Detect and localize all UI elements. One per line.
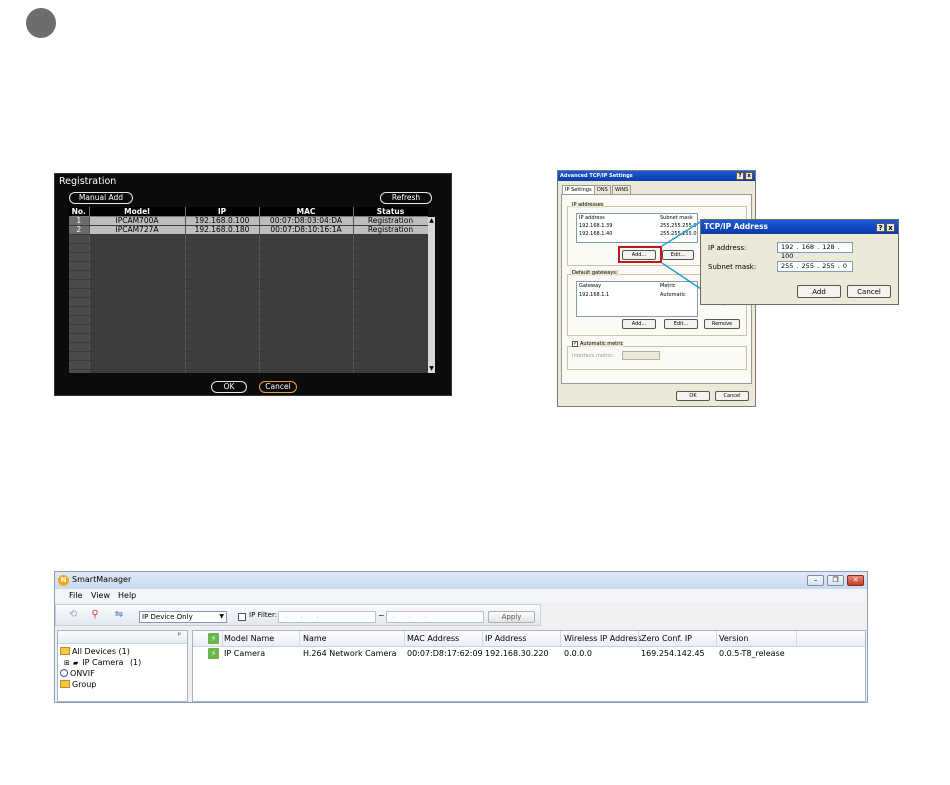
- tree-count: (1): [129, 658, 142, 667]
- col-separator: [716, 631, 717, 646]
- device-status-icon: ⚡: [208, 648, 219, 659]
- col-separator: [638, 631, 639, 646]
- cell-ip: 192.168.30.220: [485, 649, 549, 658]
- minimize-button[interactable]: –: [807, 575, 824, 586]
- ip-filter-checkbox[interactable]: [238, 613, 246, 621]
- tree-item-ip-camera[interactable]: ⊞ ▰ IP Camera (1): [64, 658, 141, 667]
- col-name[interactable]: Name: [303, 634, 327, 643]
- tree-item-all-devices[interactable]: All Devices (1): [60, 647, 130, 656]
- status-bolt-icon: ⚡: [208, 633, 219, 644]
- tree-item-onvif[interactable]: ONVIF: [60, 669, 95, 678]
- onvif-icon: [60, 669, 68, 677]
- menu-view[interactable]: View: [91, 591, 110, 600]
- ip-address-label: IP address:: [708, 244, 747, 252]
- connector-line-top: [661, 218, 706, 247]
- cell-zero-conf-ip: 169.254.142.45: [641, 649, 705, 658]
- subnet-mask-label: Subnet mask:: [708, 263, 757, 271]
- tcpip-title: TCP/IP Address: [704, 222, 769, 231]
- menu-help[interactable]: Help: [118, 591, 136, 600]
- col-separator: [482, 631, 483, 646]
- cell-name: H.264 Network Camera: [303, 649, 397, 658]
- smartmanager-logo-icon: N: [58, 575, 69, 586]
- col-ip-address[interactable]: IP Address: [485, 634, 527, 643]
- col-zero-conf-ip[interactable]: Zero Conf. IP: [641, 634, 692, 643]
- restore-button[interactable]: ❐: [827, 575, 844, 586]
- grid-header: ⚡ Model Name Name MAC Address IP Address…: [193, 631, 865, 647]
- smartmanager-window: N SmartManager – ❐ ✕ File View Help ⟲ ⚲ …: [54, 571, 868, 703]
- col-version[interactable]: Version: [719, 634, 748, 643]
- col-separator: [560, 631, 561, 646]
- smartmanager-titlebar: N SmartManager – ❐ ✕: [55, 572, 867, 589]
- tcpip-titlebar: TCP/IP Address ? x: [701, 220, 898, 234]
- tree-label: IP Camera: [82, 658, 124, 667]
- cell-wireless-ip: 0.0.0.0: [564, 649, 592, 658]
- ip-filter-from[interactable]: . . .: [278, 611, 376, 623]
- col-separator: [222, 631, 223, 646]
- network-icon[interactable]: ⇋: [112, 609, 126, 621]
- tcpip-cancel-button[interactable]: Cancel: [847, 285, 891, 298]
- device-filter-dropdown[interactable]: IP Device Only ▼: [139, 611, 227, 623]
- chevron-down-icon: ▼: [219, 613, 224, 620]
- tree-label: All Devices (1): [72, 647, 130, 656]
- folder-icon: [60, 680, 70, 688]
- camera-icon: ▰: [72, 659, 79, 667]
- ip-address-field[interactable]: 192 . 168 . 128 . 100: [777, 242, 853, 260]
- pin-icon[interactable]: ᵖ: [178, 631, 181, 639]
- tree-label: ONVIF: [70, 669, 95, 678]
- device-filter-value: IP Device Only: [142, 613, 193, 621]
- scan-icon[interactable]: ⟲: [66, 609, 80, 621]
- col-separator: [404, 631, 405, 646]
- add-button-highlight: [618, 246, 662, 263]
- window-title: SmartManager: [72, 575, 132, 584]
- col-separator: [796, 631, 797, 646]
- folder-icon: [60, 647, 70, 655]
- menu-bar: File View Help: [55, 589, 867, 602]
- toolbar: ⟲ ⚲ ⇋ IP Device Only ▼ IP Filter: . . . …: [55, 604, 541, 626]
- device-grid: ⚡ Model Name Name MAC Address IP Address…: [192, 630, 866, 702]
- subnet-mask-field[interactable]: 255 . 255 . 255 . 0: [777, 261, 853, 272]
- ip-filter-to[interactable]: . . .: [386, 611, 484, 623]
- search-device-icon[interactable]: ⚲: [88, 609, 102, 621]
- tree-item-group[interactable]: Group: [60, 680, 96, 689]
- ip-filter-label: IP Filter:: [249, 611, 278, 619]
- help-button[interactable]: ?: [876, 223, 885, 232]
- cell-mac: 00:07:D8:17:62:09: [407, 649, 483, 658]
- tcpip-address-dialog: TCP/IP Address ? x IP address: 192 . 168…: [700, 219, 899, 305]
- expand-icon[interactable]: ⊞: [64, 659, 70, 667]
- menu-file[interactable]: File: [69, 591, 82, 600]
- col-separator: [299, 631, 300, 646]
- cell-model-name: IP Camera: [224, 649, 266, 658]
- tree-panel-header: ᵖ: [58, 631, 187, 644]
- tcpip-add-button[interactable]: Add: [797, 285, 841, 298]
- device-tree-panel: ᵖ All Devices (1) ⊞ ▰ IP Camera (1) ONVIF …: [57, 630, 188, 702]
- col-model-name[interactable]: Model Name: [224, 634, 274, 643]
- cell-version: 0.0.5-T8_release: [719, 649, 785, 658]
- close-button[interactable]: ✕: [847, 575, 864, 586]
- col-mac-address[interactable]: MAC Address: [407, 634, 459, 643]
- ip-range-tilde: ~: [378, 611, 385, 620]
- col-wireless-ip[interactable]: Wireless IP Address: [564, 634, 642, 643]
- apply-button[interactable]: Apply: [488, 611, 535, 623]
- close-button[interactable]: x: [886, 223, 895, 232]
- tree-label: Group: [72, 680, 97, 689]
